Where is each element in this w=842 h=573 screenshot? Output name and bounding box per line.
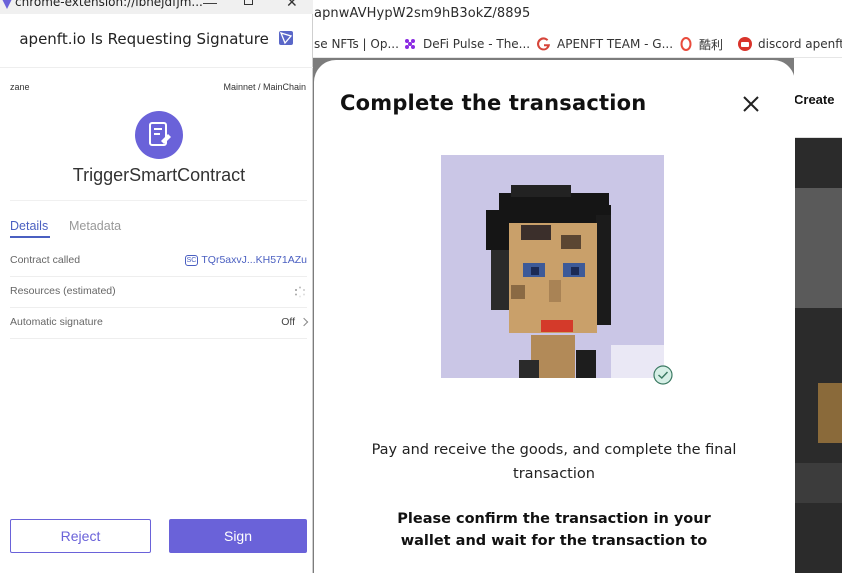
tab-metadata[interactable]: Metadata — [69, 219, 121, 233]
resources-label: Resources (estimated) — [10, 285, 116, 297]
background-nft-tile — [794, 188, 842, 308]
account-name: zane — [10, 82, 30, 92]
discord-site-icon — [738, 37, 752, 51]
bookmark-label: 酷利 — [699, 37, 724, 52]
bookmark-label: discord apenft — [758, 37, 842, 51]
bookmark-label: se NFTs | Op... — [314, 37, 399, 51]
contract-called-label: Contract called — [10, 254, 81, 266]
modal-title: Complete the transaction — [340, 91, 647, 115]
tronlink-icon — [278, 31, 293, 45]
contract-called-row: Contract called SC TQr5axvJ...KH571AZu — [10, 246, 307, 277]
maximize-icon[interactable] — [244, 0, 253, 5]
defi-pulse-icon — [405, 39, 415, 49]
automatic-signature-label: Automatic signature — [10, 316, 103, 328]
bookmark-kuli[interactable]: 酷利 — [679, 36, 723, 52]
confirm-line-1: Please confirm the transaction in your — [397, 511, 711, 527]
automatic-signature-row[interactable]: Automatic signature Off — [10, 308, 309, 339]
minimize-icon[interactable]: — — [203, 0, 217, 10]
transaction-modal: Complete the transaction Pay and receive… — [314, 60, 795, 573]
page-right-strip — [794, 58, 842, 573]
kuli-icon — [680, 37, 692, 51]
smart-contract-badge: SC — [184, 254, 199, 266]
signature-request-title: apenft.io Is Requesting Signature — [19, 30, 269, 48]
bookmark-opensea[interactable]: se NFTs | Op... — [314, 36, 399, 52]
google-icon — [537, 37, 550, 51]
reject-button[interactable]: Reject — [10, 519, 151, 553]
signature-request-header: apenft.io Is Requesting Signature — [0, 30, 313, 48]
divider — [10, 200, 307, 201]
auto-sign-status: Off — [281, 316, 295, 328]
popup-window-title: chrome-extension://ibnejdfjm... — [15, 0, 203, 9]
contract-type: TriggerSmartContract — [72, 165, 246, 185]
modal-confirm-text: Please confirm the transaction in your w… — [384, 508, 724, 552]
resources-row: Resources (estimated) — [10, 277, 307, 308]
create-button[interactable]: Create — [794, 92, 834, 107]
bookmark-discord-apenft[interactable]: discord apenft — [738, 36, 842, 52]
modal-description: Pay and receive the goods, and complete … — [371, 442, 737, 482]
close-icon[interactable] — [740, 93, 762, 115]
address-url[interactable]: apnwAVHypW2sm9hB3okZ/8895 — [314, 6, 530, 21]
automatic-signature-value[interactable]: Off — [281, 316, 309, 328]
window-close-icon[interactable]: ✕ — [286, 0, 298, 11]
network-label: Mainnet / MainChain — [223, 82, 306, 92]
contract-avatar — [135, 111, 183, 159]
extension-icon — [2, 0, 12, 9]
bookmark-label: DeFi Pulse - The... — [423, 37, 531, 51]
confirm-line-2: wallet and wait for the transaction to — [400, 533, 708, 549]
background-nft-tile — [794, 463, 842, 503]
sign-button[interactable]: Sign — [169, 519, 307, 553]
popup-titlebar: chrome-extension://ibnejdfjm... — ✕ — [0, 0, 313, 14]
loading-spinner-icon — [295, 286, 305, 298]
chevron-right-icon — [299, 317, 309, 327]
header-divider — [0, 67, 313, 68]
bookmark-defi-pulse[interactable]: DeFi Pulse - The... — [403, 36, 530, 52]
wallet-extension-popup: chrome-extension://ibnejdfjm... — ✕ apen… — [0, 0, 313, 573]
background-nft-tile — [818, 383, 842, 443]
document-sign-icon — [149, 122, 171, 146]
contract-address: TQr5axvJ...KH571AZu — [201, 254, 307, 266]
verified-check-icon — [653, 365, 673, 385]
bookmark-label: APENFT TEAM - G... — [557, 37, 674, 51]
active-tab-indicator — [10, 236, 50, 238]
contract-address-link[interactable]: SC TQr5axvJ...KH571AZu — [184, 254, 307, 266]
tab-details[interactable]: Details — [10, 219, 48, 233]
bookmark-apenft-team[interactable]: APENFT TEAM - G... — [537, 36, 673, 52]
nft-image — [441, 155, 664, 378]
